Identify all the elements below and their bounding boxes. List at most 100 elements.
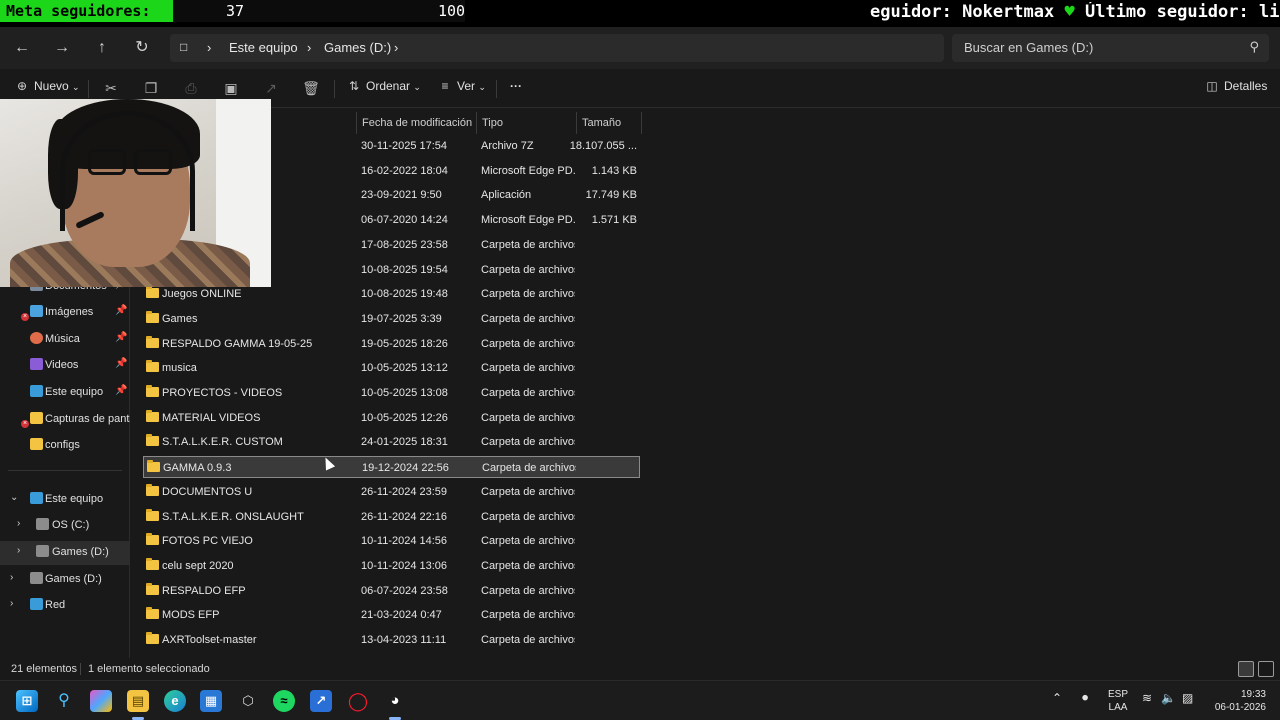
divider — [80, 663, 81, 675]
language-indicator[interactable]: ESP LAA — [1108, 688, 1128, 714]
sidebar-item-label: Música — [45, 333, 80, 345]
sidebar-item-imagenes[interactable]: × Imágenes 📌 — [0, 301, 130, 325]
file-type: Carpeta de archivos — [481, 609, 575, 622]
file-date: 26-11-2024 22:16 — [361, 510, 448, 523]
file-type: Carpeta de archivos — [481, 559, 575, 572]
chevron-right-icon: › — [10, 598, 14, 609]
sidebar-item-este-equipo[interactable]: Este equipo 📌 — [0, 381, 130, 405]
tree-item-games-d-selected[interactable]: › Games (D:) — [0, 541, 130, 565]
store-icon[interactable]: ▦ — [200, 690, 222, 712]
file-row[interactable]: FOTOS PC VIEJO 10-11-2024 14:56 Carpeta de… — [143, 530, 640, 552]
copy-icon[interactable]: ❐ — [142, 79, 160, 97]
sort-button[interactable]: ⇅ Ordenar ⌄ — [347, 79, 421, 93]
forward-button[interactable]: → — [50, 36, 74, 60]
clock-time: 19:33 — [1240, 689, 1266, 700]
column-header-date[interactable]: Fecha de modificación — [356, 112, 476, 134]
sidebar-item-videos[interactable]: Videos 📌 — [0, 354, 130, 378]
file-row[interactable]: MODS EFP 21-03-2024 0:47 Carpeta de archiv… — [143, 604, 640, 626]
folder-icon — [146, 483, 159, 496]
file-type: Carpeta de archivos — [481, 362, 575, 375]
file-row[interactable]: DOCUMENTOS U 26-11-2024 23:59 Carpeta de a… — [143, 481, 640, 503]
chevron-down-icon: ⌄ — [413, 82, 421, 92]
follower-ticker-text-2: Último seguidor: lia — [1084, 2, 1280, 22]
file-name: S.T.A.L.K.E.R. ONSLAUGHT — [162, 510, 304, 523]
view-button[interactable]: ≡ Ver ⌄ — [438, 79, 485, 93]
address-bar[interactable]: □ › Este equipo › Games (D:) › — [170, 34, 944, 62]
sync-error-icon: × — [21, 313, 29, 321]
tiles-view-icon[interactable] — [1258, 661, 1274, 677]
share-icon[interactable]: ↗ — [262, 79, 280, 97]
chevron-up-icon[interactable]: ⌃ — [1052, 692, 1062, 705]
tree-item-games-d[interactable]: › Games (D:) — [0, 568, 130, 592]
search-input[interactable]: Buscar en Games (D:) ⚲ — [952, 34, 1269, 62]
breadcrumb-este-equipo[interactable]: Este equipo — [229, 40, 298, 55]
file-name: DOCUMENTOS U — [162, 485, 253, 498]
start-icon[interactable]: ⊞ — [16, 690, 38, 712]
chevron-right-icon: › — [17, 518, 21, 529]
back-button[interactable]: ← — [10, 36, 34, 60]
cut-icon[interactable]: ✂ — [102, 79, 120, 97]
spotify-icon[interactable]: ≈ — [273, 690, 295, 712]
new-button[interactable]: ⊕ Nuevo ⌄ — [15, 79, 80, 93]
file-row[interactable]: Games 19-07-2025 3:39 Carpeta de archivos — [143, 308, 640, 330]
sidebar-item-capturas[interactable]: × Capturas de panta — [0, 408, 130, 432]
file-explorer-icon[interactable]: ▤ — [127, 690, 149, 712]
file-row[interactable]: musica 10-05-2025 13:12 Carpeta de archivo… — [143, 357, 640, 379]
status-bar: 21 elementos 1 elemento seleccionado — [0, 658, 1280, 680]
pc-icon — [30, 492, 43, 504]
clock[interactable]: 19:33 06-01-2026 — [1210, 688, 1266, 714]
file-row[interactable]: RESPALDO EFP 06-07-2024 23:58 Carpeta de a… — [143, 580, 640, 602]
opera-gx-icon[interactable]: ◯ — [347, 690, 369, 712]
file-name: PROYECTOS - VIDEOS — [162, 387, 283, 399]
app-chart-icon[interactable]: ↗ — [310, 690, 332, 712]
tree-item-os-c[interactable]: › OS (C:) — [0, 514, 130, 538]
details-pane-button[interactable]: ◫ Detalles — [1205, 79, 1267, 93]
file-row[interactable]: MATERIAL VIDEOS 10-05-2025 12:26 Carpeta d… — [143, 407, 640, 429]
tree-item-este-equipo[interactable]: ⌄ Este equipo — [0, 488, 130, 512]
column-header-type[interactable]: Tipo — [476, 112, 576, 134]
delete-icon[interactable]: 🗑 — [302, 79, 320, 97]
sidebar-item-configs[interactable]: configs — [0, 434, 130, 458]
app-hexagon-icon[interactable]: ⬡ — [237, 690, 259, 712]
file-row[interactable]: AXRToolset-master 13-04-2023 11:11 Carpeta… — [143, 629, 640, 651]
webcam-overlay — [0, 99, 271, 287]
drive-icon — [36, 518, 49, 530]
details-view-icon[interactable] — [1238, 661, 1254, 677]
file-row[interactable]: S.T.A.L.K.E.R. CUSTOM 24-01-2025 18:31 Car… — [143, 431, 640, 453]
wifi-icon[interactable]: ≋ — [1142, 692, 1152, 705]
edge-icon[interactable]: e — [164, 690, 186, 712]
pin-icon: 📌 — [115, 305, 128, 316]
search-icon[interactable]: ⚲ — [53, 690, 75, 712]
tree-item-red[interactable]: › Red — [0, 594, 130, 618]
volume-icon[interactable]: 🔈 — [1161, 692, 1176, 705]
microphone-icon[interactable]: ⚫ — [1080, 692, 1090, 705]
file-type: Carpeta de archivos — [481, 510, 575, 523]
battery-icon[interactable]: ▨ — [1182, 692, 1193, 705]
sync-error-icon: × — [21, 420, 29, 428]
sidebar-item-musica[interactable]: Música 📌 — [0, 328, 130, 352]
item-count: 21 elementos — [11, 663, 78, 675]
file-row[interactable]: RESPALDO GAMMA 19-05-25 19-05-2025 18:26 C… — [143, 333, 640, 355]
follower-ticker: eguidor: Nokertmax ♥ Último seguidor: li… — [870, 2, 1280, 22]
file-row[interactable]: S.T.A.L.K.E.R. ONSLAUGHT 26-11-2024 22:16… — [143, 506, 640, 528]
obs-icon[interactable]: ◕ — [384, 690, 406, 712]
column-header-size[interactable]: Tamaño — [576, 112, 642, 134]
up-button[interactable]: ↑ — [90, 36, 114, 60]
breadcrumb-games-d[interactable]: Games (D:) — [324, 40, 391, 55]
pictures-icon — [30, 305, 43, 317]
copilot-icon[interactable] — [90, 690, 112, 712]
file-name: S.T.A.L.K.E.R. CUSTOM — [162, 436, 283, 449]
more-options-button[interactable]: ··· — [510, 79, 522, 93]
file-date: 10-05-2025 13:12 — [361, 362, 448, 375]
file-row[interactable]: PROYECTOS - VIDEOS 10-05-2025 13:08 Carpet… — [143, 382, 640, 404]
videos-icon — [30, 358, 43, 370]
file-date: 10-05-2025 12:26 — [361, 411, 448, 424]
refresh-button[interactable]: ↻ — [130, 36, 154, 60]
file-row-selected[interactable]: GAMMA 0.9.3 19-12-2024 22:56 Carpeta de ar… — [143, 456, 640, 479]
folder-icon — [30, 438, 43, 450]
paste-icon[interactable]: ⎙ — [182, 79, 200, 97]
view-label: Ver — [457, 79, 476, 93]
file-row[interactable]: celu sept 2020 10-11-2024 13:06 Carpeta de… — [143, 555, 640, 577]
search-icon: ⚲ — [1249, 39, 1259, 54]
rename-icon[interactable]: ▣ — [222, 79, 240, 97]
